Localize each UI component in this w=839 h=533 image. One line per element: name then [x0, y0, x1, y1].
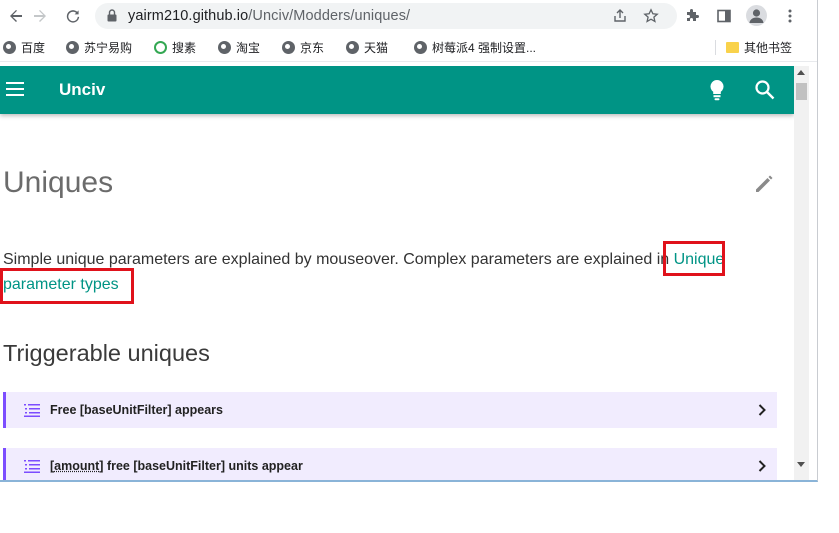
chevron-right-icon: [758, 404, 766, 416]
url-text: yairm210.github.io/Unciv/Modders/uniques…: [128, 8, 411, 24]
globe-icon: [282, 41, 295, 54]
pencil-icon[interactable]: [753, 173, 775, 195]
scroll-down-arrow[interactable]: [797, 462, 805, 467]
menu-button[interactable]: [6, 82, 24, 96]
page-title: Uniques: [3, 166, 114, 199]
admonition-title: Free [baseUnitFilter] appears: [50, 403, 223, 417]
collapsible-admonition[interactable]: [amount] free [baseUnitFilter] units app…: [3, 448, 777, 480]
forward-button[interactable]: [28, 4, 52, 28]
back-button[interactable]: [4, 4, 28, 28]
browser-toolbar: yairm210.github.io/Unciv/Modders/uniques…: [0, 0, 817, 32]
site-header: Unciv: [0, 66, 794, 114]
scroll-up-arrow[interactable]: [797, 70, 805, 75]
search-app-icon: [154, 41, 167, 54]
globe-icon: [346, 41, 359, 54]
globe-icon: [3, 41, 16, 54]
list-icon: [24, 404, 40, 417]
annotation-highlight-box: [0, 268, 134, 304]
globe-icon: [414, 41, 427, 54]
browser-window: yairm210.github.io/Unciv/Modders/uniques…: [0, 0, 818, 482]
search-icon[interactable]: [754, 79, 776, 101]
address-bar[interactable]: yairm210.github.io/Unciv/Modders/uniques…: [95, 3, 677, 29]
collapsible-admonition[interactable]: Free [baseUnitFilter] appears: [3, 392, 777, 428]
hamburger-icon-line: [6, 94, 24, 96]
page-scrollbar[interactable]: [794, 66, 809, 480]
menu-button[interactable]: [779, 5, 801, 27]
puzzle-icon: [687, 9, 699, 21]
section-title: Triggerable uniques: [3, 340, 210, 366]
list-icon: [24, 460, 40, 473]
other-bookmarks[interactable]: 其他书签: [726, 39, 792, 56]
person-icon: [749, 9, 764, 23]
bookmark-item[interactable]: 淘宝: [218, 39, 260, 56]
arrow-left-icon: [10, 10, 22, 22]
globe-icon: [66, 41, 79, 54]
bookmark-item[interactable]: 百度: [3, 39, 45, 56]
hamburger-icon-line: [6, 88, 24, 90]
profile-avatar[interactable]: [746, 5, 767, 26]
bookmark-item[interactable]: 苏宁易购: [66, 39, 132, 56]
reload-icon: [66, 10, 80, 23]
arrow-right-icon: [34, 10, 46, 22]
share-button[interactable]: [611, 7, 629, 25]
side-panel-button[interactable]: [713, 5, 735, 27]
star-icon: [643, 8, 659, 23]
annotation-highlight-box: [663, 241, 725, 276]
lock-icon: [107, 9, 117, 22]
bookmarks-separator: [715, 40, 716, 55]
bookmark-star-button[interactable]: [642, 7, 660, 25]
more-vert-icon: [788, 9, 792, 23]
folder-icon: [726, 42, 739, 53]
bookmark-item[interactable]: 树莓派4 强制设置...: [414, 39, 536, 56]
scroll-thumb[interactable]: [796, 83, 807, 100]
bookmark-item[interactable]: 搜素: [154, 39, 196, 56]
chevron-right-icon: [758, 460, 766, 472]
side-panel-icon: [717, 9, 731, 23]
bookmark-item[interactable]: 京东: [282, 39, 324, 56]
lightbulb-icon[interactable]: [707, 78, 727, 102]
hamburger-icon: [6, 82, 24, 84]
bookmarks-bar: 百度 苏宁易购 搜素 淘宝 京东 天猫 树莓派4 强制设置... 其他书签: [0, 32, 817, 62]
share-icon: [614, 9, 626, 22]
admonition-title: [amount] free [baseUnitFilter] units app…: [50, 459, 303, 473]
reload-button[interactable]: [61, 4, 85, 28]
bookmark-item[interactable]: 天猫: [346, 39, 388, 56]
extensions-button[interactable]: [681, 5, 703, 27]
site-title[interactable]: Unciv: [59, 80, 105, 100]
globe-icon: [218, 41, 231, 54]
